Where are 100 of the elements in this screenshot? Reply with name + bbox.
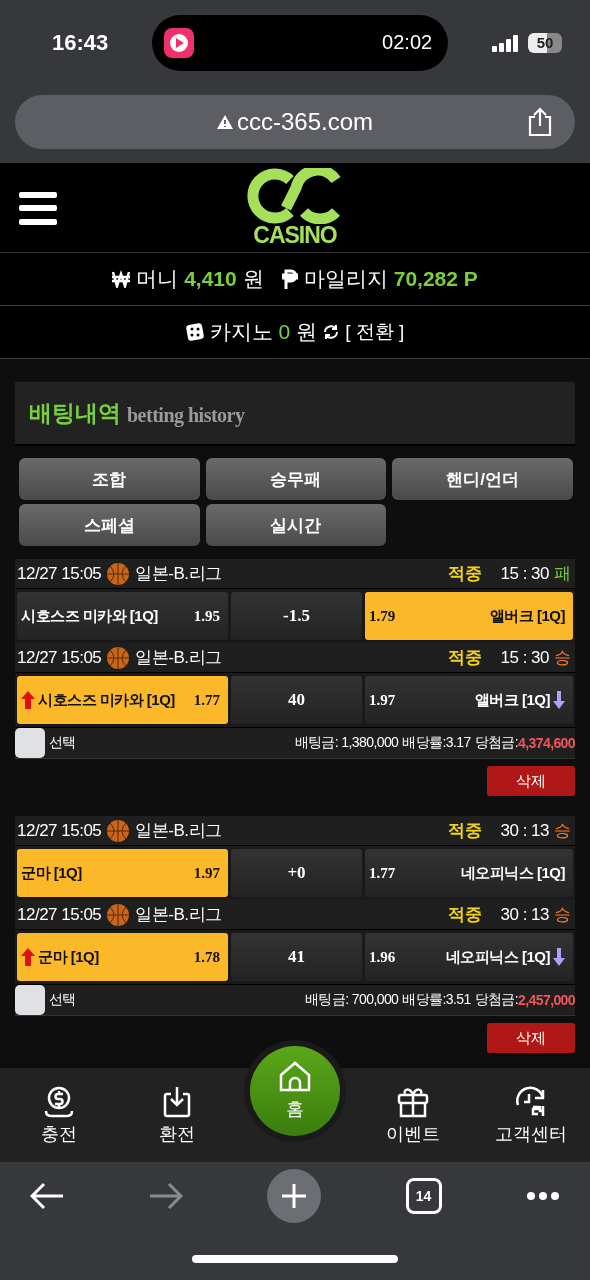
outcome-text: 승 bbox=[554, 647, 571, 669]
url-text: ccc-365.com bbox=[236, 108, 373, 136]
basketball-icon bbox=[106, 561, 131, 586]
game-score: 15 : 30 bbox=[500, 647, 549, 668]
odds-value: 1.96 bbox=[369, 948, 396, 966]
tabs-button[interactable]: 14 bbox=[405, 1178, 442, 1214]
home-odds-button[interactable]: 시호스즈 미카와 [1Q] 1.77 bbox=[17, 676, 228, 724]
rate-text: 배당률:3.17 bbox=[402, 734, 471, 752]
nav-item[interactable]: 고객센터 bbox=[472, 1083, 590, 1147]
select-label: 선택 bbox=[49, 734, 76, 752]
filter-button[interactable]: 승무패 bbox=[205, 458, 387, 500]
won-icon bbox=[112, 270, 131, 288]
signal-icon bbox=[492, 33, 520, 52]
battery-level: 50 bbox=[528, 32, 562, 53]
select-label: 선택 bbox=[49, 991, 76, 1009]
outcome-text: 패 bbox=[554, 563, 571, 585]
game-score: 30 : 13 bbox=[500, 904, 549, 925]
result-status: 적중 bbox=[447, 904, 482, 926]
odds-value: 1.78 bbox=[193, 948, 220, 966]
forward-icon[interactable] bbox=[148, 1182, 183, 1210]
logo-text: CASINO bbox=[253, 224, 337, 247]
odds-value: 1.77 bbox=[193, 691, 220, 709]
stake-text: 배팅금: 700,000 bbox=[305, 991, 399, 1009]
team-name: 시호스즈 미카와 [1Q] bbox=[21, 606, 158, 626]
filter-button[interactable]: 스페셜 bbox=[19, 504, 200, 546]
home-odds-button[interactable]: 시호스즈 미카와 [1Q] 1.95 bbox=[17, 592, 228, 640]
switch-link[interactable]: [ 전환 ] bbox=[345, 319, 405, 345]
league-name: 일본-B.리그 bbox=[135, 647, 222, 669]
filter-button[interactable]: 핸디/언더 bbox=[392, 458, 573, 500]
address-bar[interactable]: ccc-365.com bbox=[15, 95, 575, 149]
win-label: 당첨금: bbox=[474, 734, 519, 750]
refresh-icon[interactable] bbox=[323, 324, 340, 340]
away-odds-button[interactable]: 1.97 앨버크 [1Q] bbox=[365, 676, 573, 724]
league-name: 일본-B.리그 bbox=[135, 904, 222, 926]
outcome-text: 승 bbox=[554, 820, 571, 842]
new-tab-button[interactable] bbox=[267, 1169, 321, 1223]
section-title: 배팅내역 bbox=[29, 398, 121, 428]
team-name: 앨버크 [1Q] bbox=[474, 690, 550, 710]
menu-icon[interactable] bbox=[19, 192, 57, 225]
odds-value: 1.95 bbox=[193, 607, 220, 625]
share-icon[interactable] bbox=[527, 107, 553, 137]
odds-value: 1.97 bbox=[369, 691, 396, 709]
mileage-value: 70,282 P bbox=[393, 267, 478, 291]
warning-icon bbox=[216, 115, 233, 129]
coin-icon bbox=[42, 1084, 76, 1119]
peso-icon bbox=[281, 269, 298, 289]
away-odds-button[interactable]: 1.96 네오피닉스 [1Q] bbox=[365, 933, 573, 981]
nav-item[interactable]: 환전 bbox=[118, 1083, 236, 1147]
rate-text: 배당률:3.51 bbox=[402, 991, 471, 1009]
team-name: 군마 [1Q] bbox=[38, 947, 99, 967]
home-icon bbox=[278, 1061, 312, 1093]
outcome-text: 승 bbox=[554, 904, 571, 926]
league-name: 일본-B.리그 bbox=[135, 563, 222, 585]
filter-button[interactable]: 조합 bbox=[19, 458, 200, 500]
casino-label: 카지노 bbox=[209, 319, 273, 345]
win-amount: 2,457,000 bbox=[518, 992, 575, 1008]
line-value: 40 bbox=[231, 676, 362, 724]
filter-button[interactable]: 실시간 bbox=[205, 504, 387, 546]
delete-button[interactable]: 삭제 bbox=[487, 766, 575, 796]
money-label: 머니 bbox=[136, 266, 179, 292]
back-icon[interactable] bbox=[30, 1182, 64, 1210]
home-odds-button[interactable]: 군마 [1Q] 1.97 bbox=[17, 849, 228, 897]
nav-item[interactable]: 충전 bbox=[0, 1083, 118, 1147]
clock-time: 16:43 bbox=[52, 29, 109, 56]
money-value: 4,410 bbox=[184, 267, 237, 291]
delete-button[interactable]: 삭제 bbox=[487, 1023, 575, 1053]
game-date: 12/27 15:05 bbox=[17, 820, 102, 841]
odds-value: 1.79 bbox=[369, 607, 396, 625]
play-app-icon bbox=[164, 27, 195, 58]
team-name: 앨버크 [1Q] bbox=[489, 606, 565, 626]
money-unit: 원 bbox=[242, 266, 264, 292]
mileage-label: 마일리지 bbox=[303, 266, 388, 292]
game-date: 12/27 15:05 bbox=[17, 647, 102, 668]
away-odds-button[interactable]: 1.79 앨버크 [1Q] bbox=[365, 592, 573, 640]
timer-text: 02:02 bbox=[382, 31, 433, 54]
odds-value: 1.97 bbox=[193, 864, 220, 882]
away-odds-button[interactable]: 1.77 네오피닉스 [1Q] bbox=[365, 849, 573, 897]
result-status: 적중 bbox=[447, 820, 482, 842]
home-odds-button[interactable]: 군마 [1Q] 1.78 bbox=[17, 933, 228, 981]
team-name: 네오피닉스 [1Q] bbox=[445, 947, 550, 967]
team-name: 군마 [1Q] bbox=[21, 863, 82, 883]
win-amount: 4,374,600 bbox=[518, 735, 575, 751]
casino-unit: 원 bbox=[296, 319, 318, 345]
league-name: 일본-B.리그 bbox=[135, 820, 222, 842]
more-icon[interactable] bbox=[526, 1191, 560, 1201]
game-date: 12/27 15:05 bbox=[17, 563, 102, 584]
stake-text: 배팅금: 1,380,000 bbox=[294, 734, 399, 752]
line-value: 41 bbox=[231, 933, 362, 981]
team-name: 시호스즈 미카와 [1Q] bbox=[38, 690, 175, 710]
basketball-icon bbox=[106, 645, 131, 670]
select-checkbox[interactable] bbox=[15, 985, 45, 1015]
nav-item[interactable]: 이벤트 bbox=[354, 1083, 472, 1147]
basketball-icon bbox=[106, 818, 131, 843]
section-subtitle: betting history bbox=[127, 403, 245, 427]
plus-icon bbox=[280, 1182, 308, 1210]
select-checkbox[interactable] bbox=[15, 728, 45, 758]
result-status: 적중 bbox=[447, 647, 482, 669]
game-date: 12/27 15:05 bbox=[17, 904, 102, 925]
line-value: -1.5 bbox=[231, 592, 362, 640]
team-name: 네오피닉스 [1Q] bbox=[460, 863, 565, 883]
